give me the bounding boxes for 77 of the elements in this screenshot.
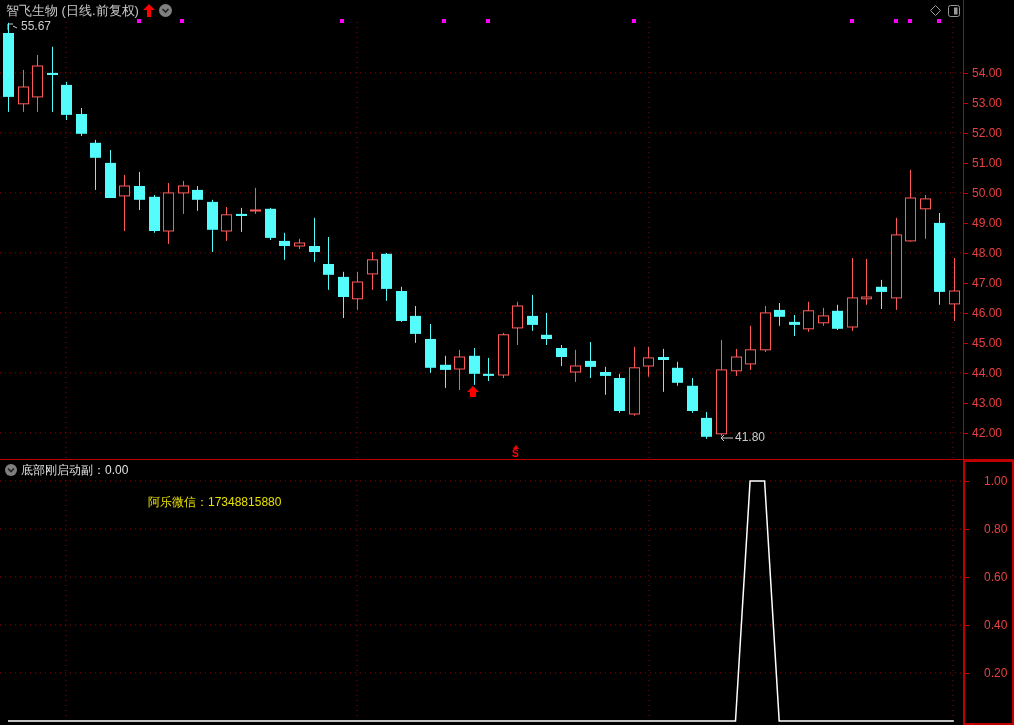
candlestick [541, 312, 552, 346]
candlestick [789, 314, 800, 337]
axis-label: 44.00 [972, 366, 1003, 379]
candlestick [178, 180, 189, 215]
signal-label: S [512, 449, 519, 459]
candlestick [803, 301, 814, 333]
axis-label: 0.60 [984, 570, 1008, 583]
candlestick [774, 302, 785, 327]
candlestick [18, 69, 29, 113]
note-text: 阿乐微信：17348815880 [148, 494, 282, 511]
indicator-value: ：0.00 [93, 462, 129, 479]
axis-label: 48.00 [972, 246, 1003, 259]
candlestick [658, 348, 669, 393]
dropdown-icon[interactable] [158, 4, 172, 18]
candlestick [119, 174, 130, 232]
axis-label: 43.00 [972, 396, 1003, 409]
axis-label: 0.40 [984, 618, 1008, 631]
candlestick [876, 279, 887, 310]
candlestick [527, 294, 538, 332]
candlestick [731, 348, 742, 377]
candlestick [221, 206, 232, 242]
axis-label: 47.00 [972, 276, 1003, 289]
chart-title: 智飞生物 (日线.前复权) [6, 2, 139, 20]
axis-label: 50.00 [972, 186, 1003, 199]
candlestick [236, 207, 247, 233]
candlestick [323, 236, 334, 291]
up-arrow-icon [467, 386, 479, 397]
up-arrow-icon [142, 4, 155, 18]
candlestick [454, 349, 465, 391]
axis-label: 49.00 [972, 216, 1003, 229]
panel-icon[interactable] [948, 5, 960, 17]
candlestick [643, 346, 654, 378]
axis-label: 1.00 [984, 475, 1008, 487]
axis-label: 53.00 [972, 96, 1003, 109]
candlestick [76, 107, 87, 137]
candlestick [352, 271, 363, 311]
candlestick [309, 217, 320, 263]
candlestick [250, 187, 261, 215]
leader-line [7, 23, 18, 31]
axis-label: 0.80 [984, 522, 1008, 535]
candlestick [367, 251, 378, 291]
candlestick [47, 46, 58, 113]
diamond-icon[interactable] [930, 5, 941, 16]
caret-icon [513, 445, 519, 449]
price-label: 41.80 [735, 431, 766, 443]
price-label: 55.67 [21, 20, 52, 32]
candlestick [556, 344, 567, 367]
axis-label: 54.00 [972, 66, 1003, 79]
candlestick [440, 355, 451, 389]
leader-line [720, 434, 734, 442]
candlestick [279, 232, 290, 261]
axis-label: 45.00 [972, 336, 1003, 349]
indicator-name: 底部刚启动副 [21, 462, 93, 479]
axis-label: 42.00 [972, 426, 1003, 439]
candlestick [570, 349, 581, 383]
axis-label: 0.20 [984, 666, 1008, 679]
dropdown-icon[interactable] [5, 464, 17, 476]
axis-label: 52.00 [972, 126, 1003, 139]
candlestick [134, 171, 145, 211]
candlestick [701, 411, 712, 440]
candlestick [600, 366, 611, 396]
candlestick [338, 271, 349, 319]
axis-label: 51.00 [972, 156, 1003, 169]
candlestick [585, 341, 596, 379]
candlestick [949, 257, 960, 322]
candlestick [512, 301, 523, 346]
candlestick [410, 305, 421, 344]
candlestick [920, 194, 931, 240]
candlestick [192, 185, 203, 212]
candlestick [672, 361, 683, 387]
candlestick [832, 304, 843, 331]
axis-label: 46.00 [972, 306, 1003, 319]
candlestick [469, 347, 480, 386]
candlestick [745, 325, 756, 371]
candlestick [861, 258, 872, 306]
candlestick [90, 139, 101, 191]
candlestick [483, 357, 494, 382]
